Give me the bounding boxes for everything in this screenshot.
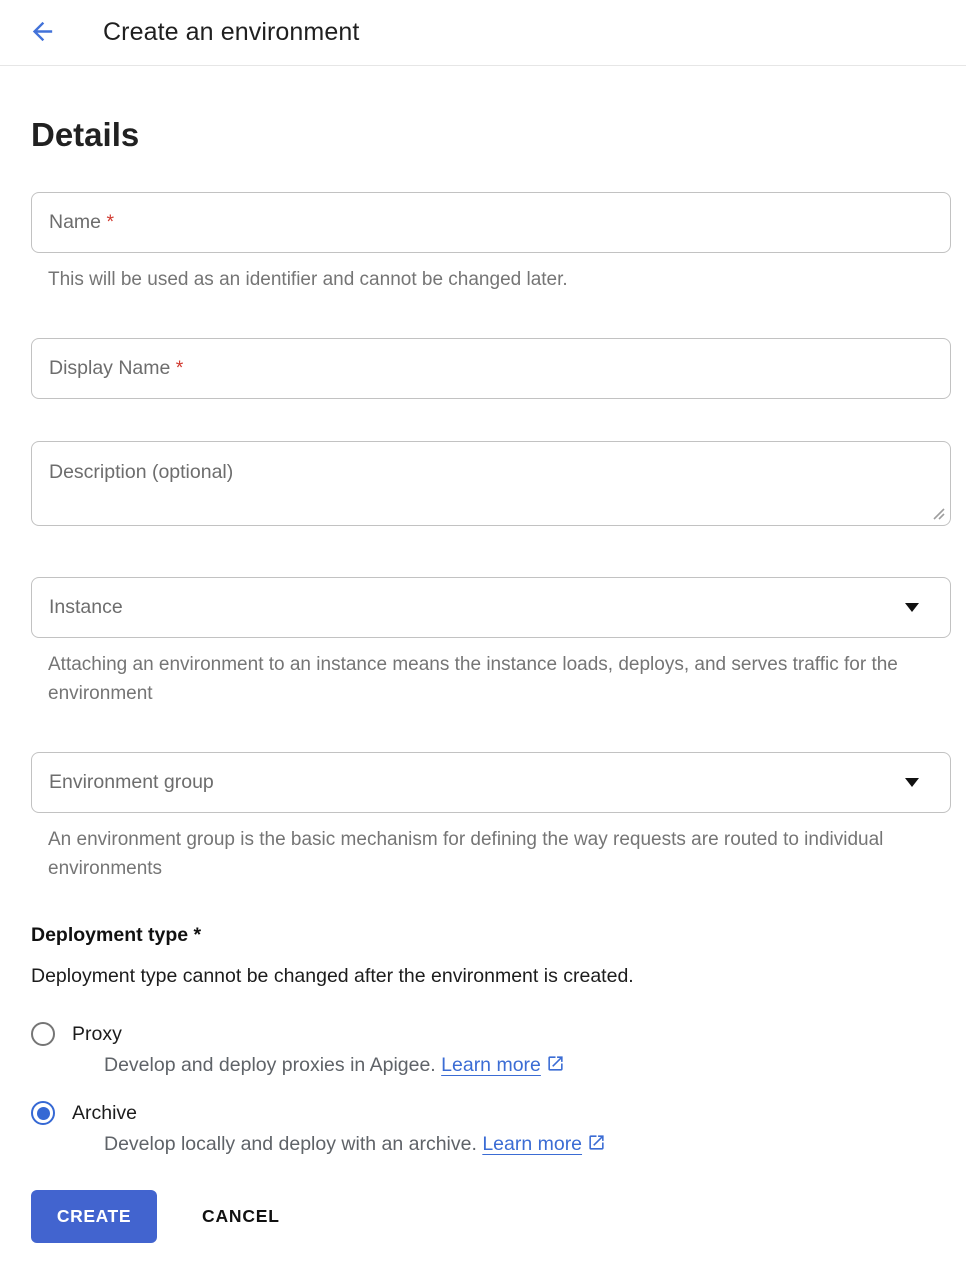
deployment-type-label: Deployment type *	[31, 924, 202, 946]
create-button[interactable]: CREATE	[31, 1190, 157, 1243]
environment-group-select[interactable]: Environment group	[31, 752, 951, 813]
required-asterisk: *	[106, 211, 115, 233]
required-asterisk: *	[175, 357, 184, 379]
arrow-drop-down-icon	[905, 778, 919, 787]
page-title: Create an environment	[103, 18, 360, 46]
details-heading: Details	[31, 116, 140, 153]
radio-selected-icon[interactable]	[31, 1101, 55, 1125]
back-button[interactable]	[22, 13, 62, 53]
environment-group-select-label: Environment group	[49, 771, 214, 793]
arrow-back-icon	[28, 17, 57, 49]
form-actions: CREATE CANCEL	[31, 1190, 951, 1243]
page-header: Create an environment	[0, 0, 966, 66]
radio-option-proxy[interactable]: Proxy	[31, 1022, 951, 1046]
arrow-drop-down-icon	[905, 603, 919, 612]
open-in-new-icon[interactable]	[546, 1054, 565, 1079]
radio-archive-description: Develop locally and deploy with an archi…	[104, 1133, 951, 1158]
form-content: Details Name * This will be used as an i…	[0, 114, 966, 1268]
radio-unselected-icon[interactable]	[31, 1022, 55, 1046]
instance-helper-text: Attaching an environment to an instance …	[48, 654, 898, 704]
name-helper-text: This will be used as an identifier and c…	[48, 269, 568, 290]
name-input[interactable]: Name *	[31, 192, 951, 253]
description-textarea[interactable]: Description (optional)	[31, 441, 951, 526]
name-placeholder: Name *	[49, 211, 115, 233]
deployment-type-note: Deployment type cannot be changed after …	[31, 965, 634, 987]
display-name-input[interactable]: Display Name *	[31, 338, 951, 399]
proxy-learn-more-link[interactable]: Learn more	[441, 1054, 541, 1076]
resize-grip-icon[interactable]	[931, 506, 945, 520]
description-placeholder: Description (optional)	[49, 461, 234, 483]
open-in-new-icon[interactable]	[587, 1133, 606, 1158]
radio-option-archive[interactable]: Archive	[31, 1101, 951, 1125]
radio-archive-label: Archive	[72, 1101, 138, 1124]
environment-group-helper-text: An environment group is the basic mechan…	[48, 829, 884, 879]
display-name-placeholder: Display Name *	[49, 357, 184, 379]
instance-select-label: Instance	[49, 596, 123, 618]
cancel-button[interactable]: CANCEL	[202, 1206, 280, 1227]
archive-learn-more-link[interactable]: Learn more	[482, 1133, 582, 1155]
radio-proxy-label: Proxy	[72, 1022, 122, 1045]
radio-proxy-description: Develop and deploy proxies in Apigee. Le…	[104, 1054, 951, 1079]
instance-select[interactable]: Instance	[31, 577, 951, 638]
